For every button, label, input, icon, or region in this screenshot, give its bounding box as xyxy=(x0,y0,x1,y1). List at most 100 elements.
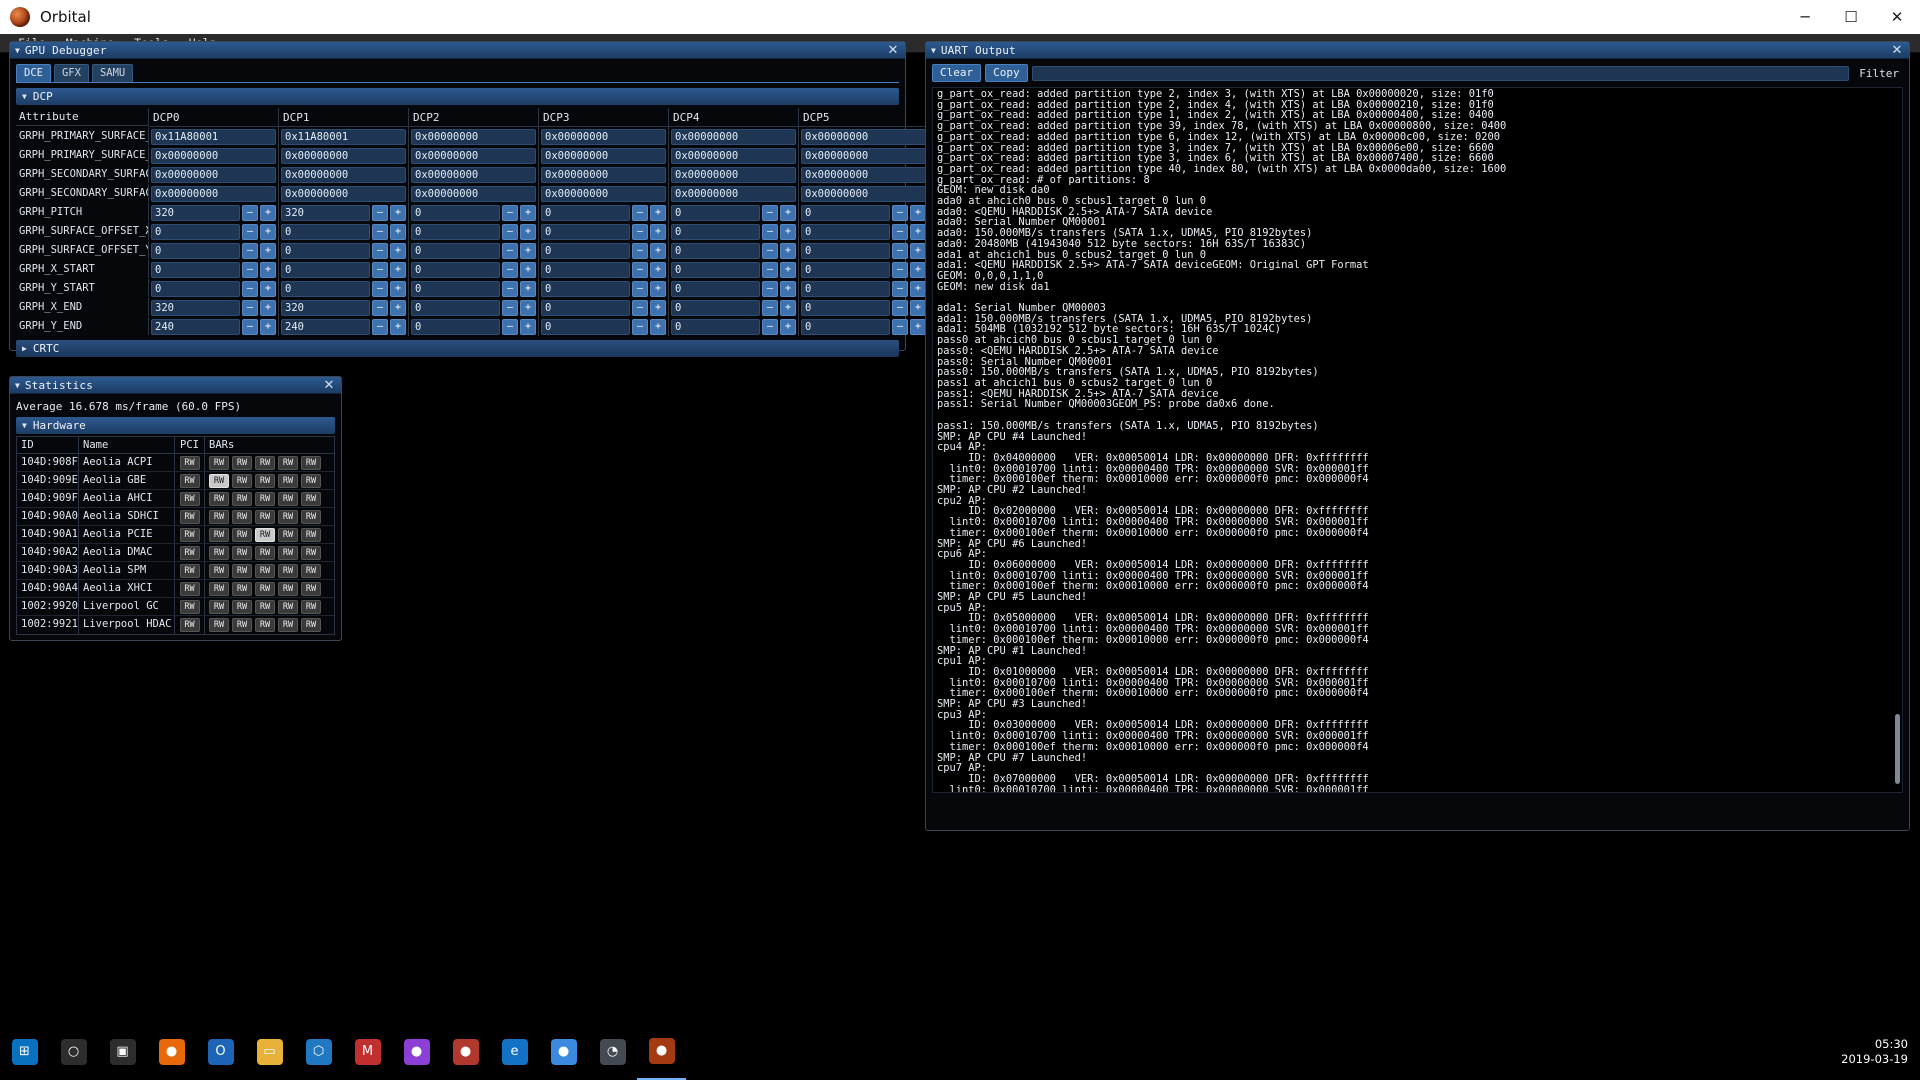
tab-dce[interactable]: DCE xyxy=(16,64,51,82)
dcp-value-input[interactable]: 320 xyxy=(281,299,370,316)
decrement-button[interactable]: – xyxy=(762,299,778,316)
increment-button[interactable]: + xyxy=(910,204,926,221)
bar-rw-button[interactable]: RW xyxy=(255,545,275,560)
decrement-button[interactable]: – xyxy=(242,318,258,335)
decrement-button[interactable]: – xyxy=(762,204,778,221)
dcp-value-input[interactable]: 0 xyxy=(541,299,630,316)
section-hardware[interactable]: ▼ Hardware xyxy=(16,417,335,434)
dcp-value-input[interactable]: 0 xyxy=(671,204,760,221)
bar-rw-button[interactable]: RW xyxy=(209,545,229,560)
decrement-button[interactable]: – xyxy=(892,242,908,259)
bar-rw-button[interactable]: RW xyxy=(209,491,229,506)
dcp-value-input[interactable]: 0x00000000 xyxy=(411,147,536,164)
dcp-value-input[interactable]: 0x00000000 xyxy=(801,128,926,145)
bar-rw-button[interactable]: RW xyxy=(232,618,252,632)
dcp-value-input[interactable]: 0 xyxy=(411,299,500,316)
dcp-value-input[interactable]: 0 xyxy=(801,280,890,297)
increment-button[interactable]: + xyxy=(390,261,406,278)
increment-button[interactable]: + xyxy=(780,204,796,221)
increment-button[interactable]: + xyxy=(780,318,796,335)
increment-button[interactable]: + xyxy=(390,242,406,259)
increment-button[interactable]: + xyxy=(650,204,666,221)
bar-rw-button[interactable]: RW xyxy=(301,545,321,560)
decrement-button[interactable]: – xyxy=(242,299,258,316)
increment-button[interactable]: + xyxy=(520,223,536,240)
decrement-button[interactable]: – xyxy=(762,280,778,297)
decrement-button[interactable]: – xyxy=(762,242,778,259)
minimize-button[interactable]: ─ xyxy=(1782,0,1828,34)
dcp-value-input[interactable]: 0x00000000 xyxy=(671,128,796,145)
firefox-taskbar-icon[interactable]: ● xyxy=(147,1023,196,1080)
dcp-value-input[interactable]: 0x00000000 xyxy=(281,185,406,202)
increment-button[interactable]: + xyxy=(520,204,536,221)
dcp-value-input[interactable]: 0 xyxy=(411,318,500,335)
bar-rw-button[interactable]: RW xyxy=(278,599,298,614)
decrement-button[interactable]: – xyxy=(502,280,518,297)
pci-rw-button[interactable]: RW xyxy=(179,545,200,560)
uart-scrollbar-thumb[interactable] xyxy=(1895,714,1900,784)
decrement-button[interactable]: – xyxy=(892,204,908,221)
orbital-taskbar-icon[interactable]: ● xyxy=(637,1023,686,1080)
increment-button[interactable]: + xyxy=(390,318,406,335)
decrement-button[interactable]: – xyxy=(242,261,258,278)
increment-button[interactable]: + xyxy=(650,223,666,240)
bar-rw-button[interactable]: RW xyxy=(255,563,275,578)
edge-taskbar-icon[interactable]: e xyxy=(490,1023,539,1080)
table-row[interactable]: 1002:9921 Liverpool HDAC RW RW RW RW RW RW xyxy=(17,616,334,634)
section-dcp[interactable]: ▼ DCP xyxy=(16,88,899,105)
close-button[interactable]: ✕ xyxy=(1874,0,1920,34)
bar-rw-button[interactable]: RW xyxy=(301,473,321,488)
decrement-button[interactable]: – xyxy=(502,223,518,240)
decrement-button[interactable]: – xyxy=(372,318,388,335)
increment-button[interactable]: + xyxy=(780,223,796,240)
dcp-value-input[interactable]: 0 xyxy=(411,223,500,240)
maximize-button[interactable]: ☐ xyxy=(1828,0,1874,34)
decrement-button[interactable]: – xyxy=(892,318,908,335)
bar-rw-button[interactable]: RW xyxy=(278,455,298,470)
increment-button[interactable]: + xyxy=(260,280,276,297)
decrement-button[interactable]: – xyxy=(632,223,648,240)
decrement-button[interactable]: – xyxy=(632,204,648,221)
uart-header[interactable]: ▼ UART Output ✕ xyxy=(926,42,1909,59)
dcp-value-input[interactable]: 0x00000000 xyxy=(671,185,796,202)
increment-button[interactable]: + xyxy=(520,242,536,259)
bar-rw-button[interactable]: RW xyxy=(255,491,275,506)
decrement-button[interactable]: – xyxy=(372,261,388,278)
bar-rw-button[interactable]: RW xyxy=(232,581,252,596)
pci-rw-button[interactable]: RW xyxy=(179,509,200,524)
dcp-value-input[interactable]: 0 xyxy=(151,223,240,240)
taskbar-clock[interactable]: 05:30 2019-03-19 xyxy=(1841,1023,1908,1080)
increment-button[interactable]: + xyxy=(260,299,276,316)
dcp-value-input[interactable]: 240 xyxy=(151,318,240,335)
increment-button[interactable]: + xyxy=(520,261,536,278)
increment-button[interactable]: + xyxy=(650,261,666,278)
dcp-value-input[interactable]: 0x00000000 xyxy=(541,166,666,183)
dcp-value-input[interactable]: 0 xyxy=(281,223,370,240)
increment-button[interactable]: + xyxy=(390,223,406,240)
increment-button[interactable]: + xyxy=(650,242,666,259)
uart-filter-input[interactable] xyxy=(1031,65,1850,81)
bar-rw-button[interactable]: RW xyxy=(278,581,298,596)
bar-rw-button[interactable]: RW xyxy=(232,473,252,488)
increment-button[interactable]: + xyxy=(780,299,796,316)
bar-rw-button[interactable]: RW xyxy=(301,581,321,596)
increment-button[interactable]: + xyxy=(910,318,926,335)
dcp-value-input[interactable]: 0 xyxy=(801,318,890,335)
bar-rw-button[interactable]: RW xyxy=(232,599,252,614)
uart-close-icon[interactable]: ✕ xyxy=(1889,42,1905,59)
dcp-value-input[interactable]: 0x00000000 xyxy=(151,147,276,164)
bar-rw-button[interactable]: RW xyxy=(255,599,275,614)
dcp-value-input[interactable]: 0 xyxy=(541,223,630,240)
dcp-expand-triangle-icon[interactable]: ▼ xyxy=(22,92,27,101)
dcp-value-input[interactable]: 0x11A80001 xyxy=(281,128,406,145)
dcp-value-input[interactable]: 0x00000000 xyxy=(281,166,406,183)
bar-rw-button[interactable]: RW xyxy=(255,581,275,596)
vscode-taskbar-icon[interactable]: ⬡ xyxy=(294,1023,343,1080)
outlook-taskbar-icon[interactable]: O xyxy=(196,1023,245,1080)
table-row[interactable]: 104D:90A0 Aeolia SDHCI RW RW RW RW RW RW xyxy=(17,508,334,526)
table-row[interactable]: 104D:90A1 Aeolia PCIE RW RW RW RW RW RW xyxy=(17,526,334,544)
dcp-value-input[interactable]: 0x00000000 xyxy=(541,128,666,145)
decrement-button[interactable]: – xyxy=(372,223,388,240)
dcp-value-input[interactable]: 0 xyxy=(281,242,370,259)
dcp-value-input[interactable]: 0x00000000 xyxy=(411,128,536,145)
